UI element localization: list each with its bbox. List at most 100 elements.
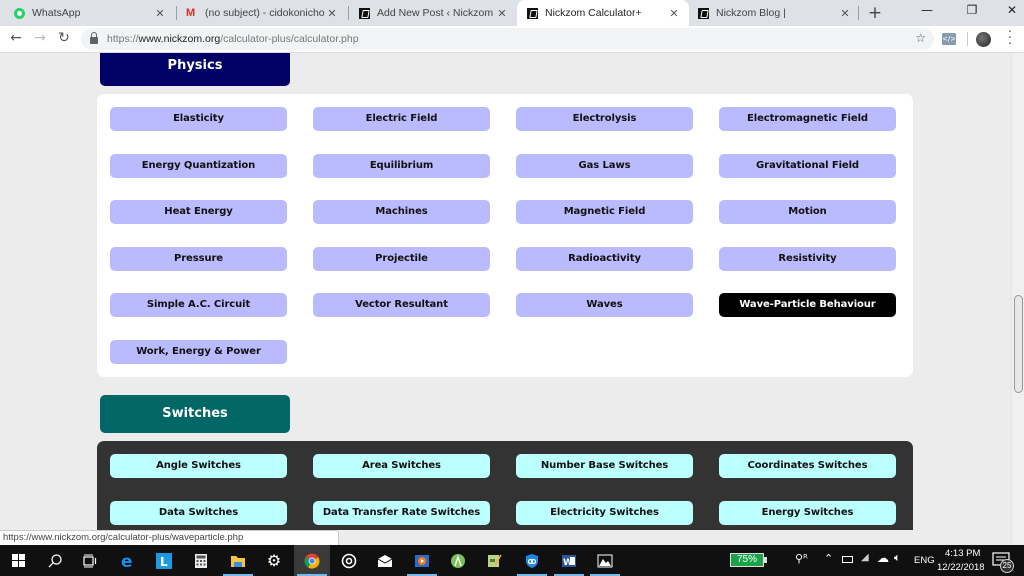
windows-taskbar: e L ⚙ W ⚲ᴿ ⌃ ◢ ☁ 🔈︎ ENG 4:13 PM 12/22/20…: [0, 545, 1024, 576]
address-bar[interactable]: https://www.nickzom.org/calculator-plus/…: [81, 28, 934, 50]
l-app-icon: L: [156, 552, 172, 569]
switch-topic-button[interactable]: Coordinates Switches: [719, 454, 896, 478]
calculator-app[interactable]: [183, 545, 219, 576]
tab-title: Nickzom Calculator+: [545, 7, 642, 19]
physics-topic-button[interactable]: Electromagnetic Field: [719, 107, 896, 131]
physics-topic-button[interactable]: Machines: [313, 200, 490, 225]
physics-topic-button[interactable]: Motion: [719, 200, 896, 225]
edge-app[interactable]: e: [110, 545, 146, 576]
notification-count-badge: 25: [1000, 559, 1014, 573]
back-button[interactable]: ←: [7, 30, 25, 46]
tab-whatsapp[interactable]: WhatsApp ✕: [0, 0, 175, 26]
physics-topic-button[interactable]: Vector Resultant: [313, 293, 490, 318]
settings-app[interactable]: ⚙: [256, 545, 292, 576]
chrome-app[interactable]: [294, 545, 330, 576]
physics-topic-button[interactable]: Wave-Particle Behaviour: [719, 293, 896, 318]
clock-time[interactable]: 4:13 PM: [945, 548, 980, 559]
link-status-bubble: https://www.nickzom.org/calculator-plus/…: [0, 530, 339, 545]
close-icon[interactable]: ✕: [325, 7, 339, 20]
photos-icon: [597, 554, 613, 567]
clock-date[interactable]: 12/22/2018: [937, 562, 985, 573]
physics-topic-button[interactable]: Work, Energy & Power: [110, 340, 287, 364]
physics-topic-button[interactable]: Gravitational Field: [719, 153, 896, 178]
url-scheme: https://: [107, 33, 139, 45]
media-player-icon: [415, 554, 429, 567]
tab-gmail[interactable]: M (no subject) - cidokonicholas@ ✕: [177, 0, 347, 26]
page-content: Physics Elasticity Electric Field Electrol…: [0, 53, 1011, 530]
search-button[interactable]: [37, 545, 73, 576]
people-icon[interactable]: ⚲ᴿ: [795, 552, 808, 565]
switch-topic-button[interactable]: Energy Switches: [719, 500, 896, 525]
physics-topic-button[interactable]: Resistivity: [719, 246, 896, 271]
tab-title: Add New Post ‹ Nickzom Blog: [377, 7, 495, 19]
photos-app[interactable]: [587, 545, 623, 576]
svg-text:W: W: [563, 558, 573, 568]
tab-add-new-post[interactable]: Add New Post ‹ Nickzom Blog ✕: [349, 0, 517, 26]
close-icon[interactable]: ✕: [667, 7, 681, 20]
code-extension-icon[interactable]: </>: [942, 33, 956, 45]
close-icon[interactable]: ✕: [838, 7, 852, 20]
switch-topic-button[interactable]: Angle Switches: [110, 454, 287, 478]
physics-topic-button[interactable]: Simple A.C. Circuit: [110, 293, 287, 318]
notepad-icon: [488, 554, 502, 567]
physics-topic-button[interactable]: Heat Energy: [110, 200, 287, 225]
android-studio-app[interactable]: [440, 545, 476, 576]
nickzom-icon: [527, 7, 538, 19]
new-tab-button[interactable]: +: [866, 3, 884, 23]
word-app[interactable]: W: [551, 545, 587, 576]
switches-panel: Angle Switches Area Switches Number Base S…: [97, 441, 913, 530]
physics-topic-button[interactable]: Radioactivity: [516, 246, 693, 271]
physics-topic-button[interactable]: Projectile: [313, 246, 490, 271]
language-indicator[interactable]: ENG: [914, 555, 935, 566]
reload-button[interactable]: ↻: [55, 30, 73, 46]
groove-app[interactable]: [331, 545, 367, 576]
notepad-app[interactable]: [476, 545, 512, 576]
volume-icon[interactable]: 🔈︎: [894, 551, 901, 565]
switches-header[interactable]: Switches: [100, 395, 290, 433]
mail-app[interactable]: [367, 545, 403, 576]
show-hidden-icons-chevron-icon[interactable]: ⌃: [824, 552, 833, 565]
physics-topic-button[interactable]: Gas Laws: [516, 153, 693, 178]
profile-avatar[interactable]: [976, 32, 991, 47]
wifi-icon[interactable]: ◢: [861, 552, 869, 563]
close-icon[interactable]: ✕: [153, 7, 167, 20]
bookmark-star-icon[interactable]: ☆: [915, 31, 926, 45]
tab-separator: [858, 6, 859, 20]
battery-tray-icon[interactable]: [842, 556, 853, 563]
physics-topic-button[interactable]: Elasticity: [110, 107, 287, 131]
physics-topic-button[interactable]: Waves: [516, 293, 693, 318]
restore-button[interactable]: ❐: [957, 3, 987, 17]
switch-topic-button[interactable]: Area Switches: [313, 454, 490, 478]
switch-topic-button[interactable]: Data Transfer Rate Switches: [313, 500, 490, 525]
l-app[interactable]: L: [146, 545, 182, 576]
physics-topic-button[interactable]: Electrolysis: [516, 107, 693, 131]
physics-topic-button[interactable]: Magnetic Field: [516, 200, 693, 225]
vpn-app[interactable]: [514, 545, 550, 576]
switch-topic-button[interactable]: Number Base Switches: [516, 454, 693, 478]
media-player-app[interactable]: [404, 545, 440, 576]
physics-header[interactable]: Physics: [100, 53, 290, 86]
browser-menu-icon[interactable]: · · ·: [1006, 26, 1014, 51]
minimize-button[interactable]: —: [912, 3, 942, 17]
switch-topic-button[interactable]: Data Switches: [110, 500, 287, 525]
physics-topic-button[interactable]: Electric Field: [313, 107, 490, 131]
nickzom-icon: [698, 7, 709, 19]
physics-topic-button[interactable]: Energy Quantization: [110, 153, 287, 178]
forward-button[interactable]: →: [31, 30, 49, 46]
android-studio-icon: [451, 553, 465, 568]
close-icon[interactable]: ✕: [495, 7, 509, 20]
start-button[interactable]: [0, 545, 36, 576]
file-explorer-app[interactable]: [220, 545, 256, 576]
tab-nickzom-blog[interactable]: Nickzom Blog | ✕: [690, 0, 860, 26]
svg-text:e: e: [121, 553, 133, 569]
onedrive-icon[interactable]: ☁: [877, 551, 889, 565]
vertical-scrollbar[interactable]: [1011, 53, 1024, 544]
physics-topic-button[interactable]: Pressure: [110, 246, 287, 271]
groove-music-icon: [341, 553, 357, 568]
switch-topic-button[interactable]: Electricity Switches: [516, 500, 693, 525]
physics-topic-button[interactable]: Equilibrium: [313, 153, 490, 178]
scrollbar-thumb[interactable]: [1014, 295, 1023, 393]
task-view-button[interactable]: [72, 545, 108, 576]
close-window-button[interactable]: ✕: [997, 3, 1024, 17]
tab-nickzom-calculator[interactable]: Nickzom Calculator+ ✕: [517, 0, 689, 26]
